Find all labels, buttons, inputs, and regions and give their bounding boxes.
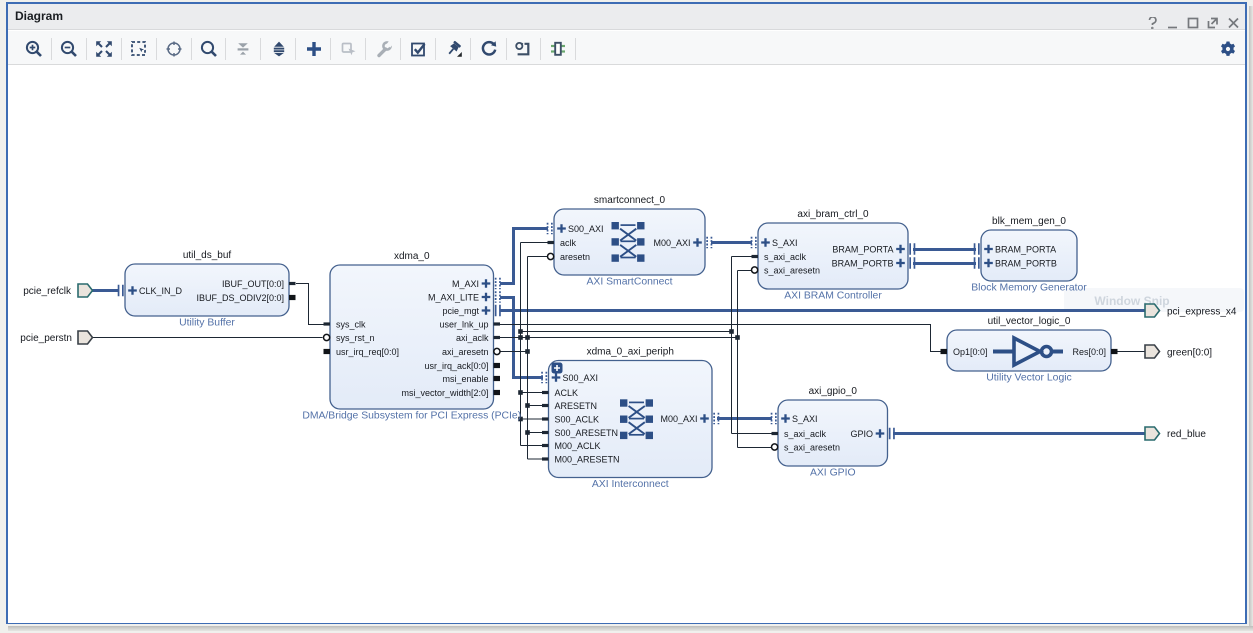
svg-text:axi_bram_ctrl_0: axi_bram_ctrl_0: [797, 209, 869, 220]
svg-text:S_AXI: S_AXI: [772, 238, 798, 248]
svg-text:BRAM_PORTA: BRAM_PORTA: [995, 244, 1056, 254]
svg-text:M00_AXI: M00_AXI: [653, 238, 690, 248]
svg-text:ACLK: ACLK: [555, 388, 579, 398]
svg-text:smartconnect_0: smartconnect_0: [594, 195, 666, 206]
svg-text:s_axi_aclk: s_axi_aclk: [764, 252, 807, 262]
svg-text:sys_clk: sys_clk: [336, 319, 366, 329]
svg-text:axi_aresetn: axi_aresetn: [442, 347, 489, 357]
svg-text:Window Snip: Window Snip: [1094, 294, 1169, 308]
svg-text:axi_gpio_0: axi_gpio_0: [809, 386, 858, 397]
svg-text:pcie_mgt: pcie_mgt: [442, 306, 479, 316]
svg-text:util_ds_buf: util_ds_buf: [183, 250, 232, 261]
svg-text:s_axi_aresetn: s_axi_aresetn: [784, 442, 840, 452]
svg-text:pcie_perstn: pcie_perstn: [20, 333, 72, 344]
svg-text:BRAM_PORTB: BRAM_PORTB: [832, 258, 894, 268]
svg-text:IBUF_OUT[0:0]: IBUF_OUT[0:0]: [222, 279, 284, 289]
svg-text:S00_AXI: S00_AXI: [568, 224, 604, 234]
svg-text:msi_vector_width[2:0]: msi_vector_width[2:0]: [401, 388, 488, 398]
svg-text:M00_ARESETN: M00_ARESETN: [555, 454, 620, 464]
svg-text:Utility Vector Logic: Utility Vector Logic: [986, 373, 1071, 384]
svg-text:axi_aclk: axi_aclk: [456, 333, 489, 343]
svg-text:msi_enable: msi_enable: [442, 374, 488, 384]
svg-text:aresetn: aresetn: [560, 252, 590, 262]
svg-text:red_blue: red_blue: [1167, 429, 1206, 440]
svg-text:M_AXI: M_AXI: [452, 279, 479, 289]
svg-text:pcie_refclk: pcie_refclk: [23, 286, 72, 297]
svg-text:DMA/Bridge Subsystem for PCI E: DMA/Bridge Subsystem for PCI Express (PC…: [302, 411, 521, 422]
svg-text:aclk: aclk: [560, 238, 577, 248]
svg-text:green[0:0]: green[0:0]: [1167, 348, 1212, 359]
svg-text:xdma_0_axi_periph: xdma_0_axi_periph: [587, 347, 674, 358]
svg-text:S_AXI: S_AXI: [792, 414, 818, 424]
svg-text:BRAM_PORTB: BRAM_PORTB: [995, 258, 1057, 268]
svg-text:ARESETN: ARESETN: [555, 401, 598, 411]
svg-text:s_axi_aclk: s_axi_aclk: [784, 429, 827, 439]
svg-text:M00_AXI: M00_AXI: [660, 414, 697, 424]
svg-text:Res[0:0]: Res[0:0]: [1072, 347, 1106, 357]
svg-text:IBUF_DS_ODIV2[0:0]: IBUF_DS_ODIV2[0:0]: [196, 293, 284, 303]
svg-text:M_AXI_LITE: M_AXI_LITE: [428, 292, 479, 302]
svg-text:S00_ACLK: S00_ACLK: [555, 414, 600, 424]
svg-text:AXI SmartConnect: AXI SmartConnect: [586, 277, 672, 288]
svg-text:S00_AXI: S00_AXI: [563, 373, 599, 383]
svg-text:M00_ACLK: M00_ACLK: [555, 441, 601, 451]
svg-text:usr_irq_req[0:0]: usr_irq_req[0:0]: [336, 347, 399, 357]
svg-text:xdma_0: xdma_0: [394, 251, 430, 262]
svg-text:CLK_IN_D: CLK_IN_D: [139, 286, 183, 296]
svg-text:Utility Buffer: Utility Buffer: [179, 318, 235, 329]
svg-text:util_vector_logic_0: util_vector_logic_0: [988, 316, 1071, 327]
svg-text:AXI Interconnect: AXI Interconnect: [592, 479, 669, 490]
svg-text:sys_rst_n: sys_rst_n: [336, 333, 375, 343]
svg-text:user_lnk_up: user_lnk_up: [439, 319, 488, 329]
svg-text:usr_irq_ack[0:0]: usr_irq_ack[0:0]: [424, 361, 488, 371]
svg-text:AXI BRAM Controller: AXI BRAM Controller: [784, 291, 882, 302]
svg-text:BRAM_PORTA: BRAM_PORTA: [832, 244, 893, 254]
svg-text:S00_ARESETN: S00_ARESETN: [555, 428, 619, 438]
svg-text:pci_express_x4: pci_express_x4: [1167, 307, 1237, 318]
svg-text:Op1[0:0]: Op1[0:0]: [953, 347, 988, 357]
svg-text:GPIO: GPIO: [850, 429, 873, 439]
svg-text:blk_mem_gen_0: blk_mem_gen_0: [992, 216, 1066, 227]
svg-text:AXI GPIO: AXI GPIO: [810, 468, 856, 479]
svg-text:s_axi_aresetn: s_axi_aresetn: [764, 265, 820, 275]
svg-text:Block Memory Generator: Block Memory Generator: [971, 283, 1087, 294]
